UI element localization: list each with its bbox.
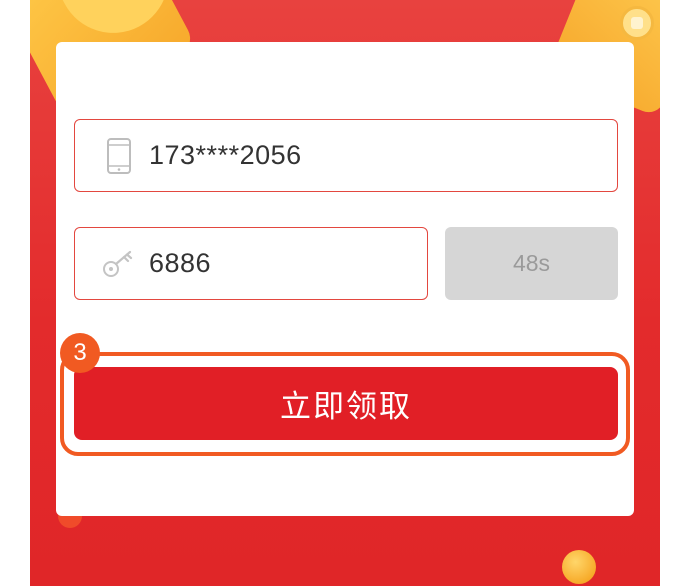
resend-countdown-button[interactable]: 48s	[445, 227, 618, 300]
phone-icon	[101, 134, 137, 178]
step-number-badge: 3	[60, 333, 100, 373]
phone-field[interactable]: 173****2056	[74, 119, 618, 192]
key-icon	[101, 242, 137, 286]
verification-code-field[interactable]: 6886	[74, 227, 428, 300]
verification-code-value: 6886	[149, 248, 212, 278]
phone-number-value: 173****2056	[149, 140, 302, 170]
coin-decoration	[620, 6, 654, 40]
claim-now-button[interactable]: 立即领取	[74, 367, 618, 440]
coin-decoration-bottom	[562, 550, 596, 584]
